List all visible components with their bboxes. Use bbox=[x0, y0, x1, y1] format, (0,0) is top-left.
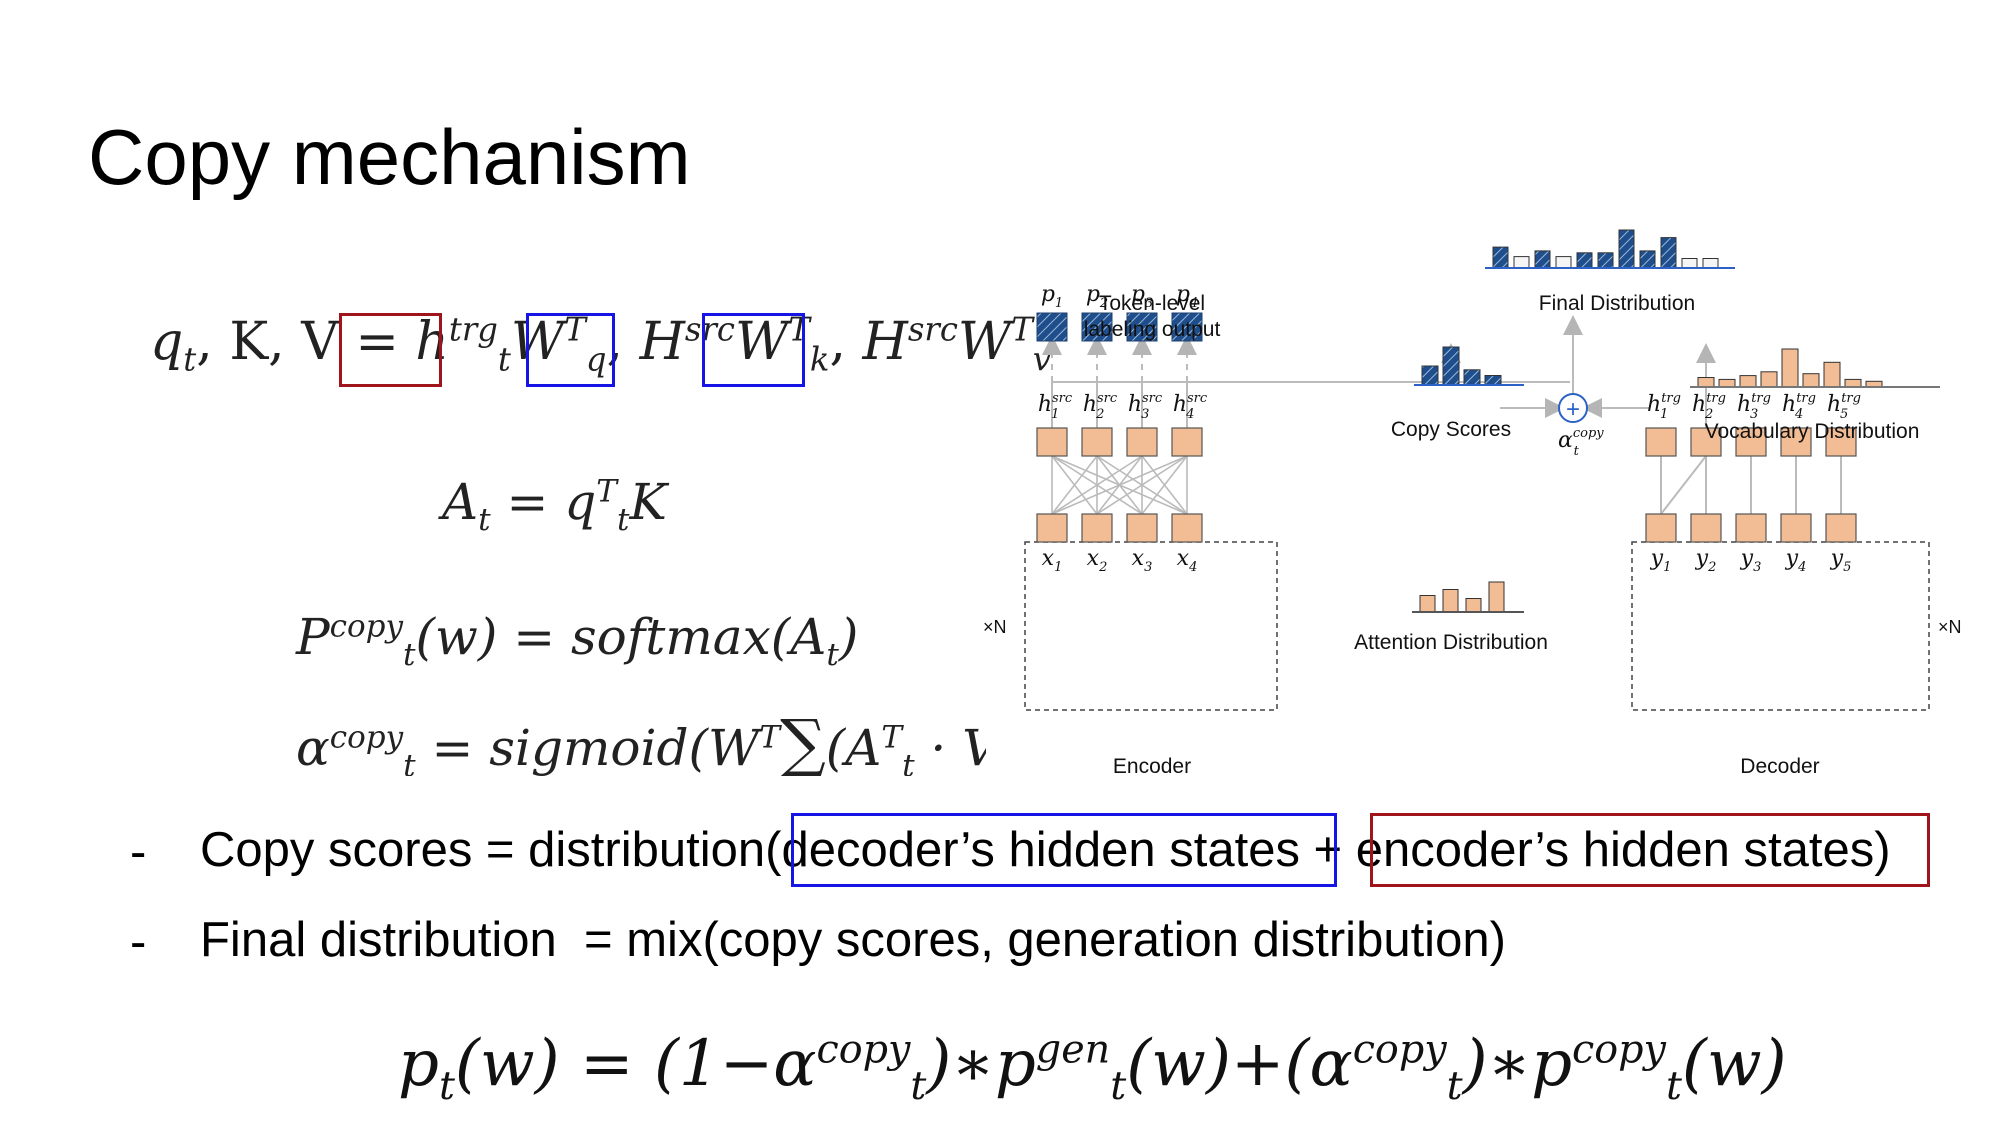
final-distribution-label: Final Distribution bbox=[1539, 292, 1695, 315]
encoder-hidden-node bbox=[1171, 427, 1203, 457]
final-distribution-bar bbox=[1534, 250, 1551, 269]
decoder-input-node bbox=[1735, 513, 1767, 543]
vocabulary-distribution-bar bbox=[1802, 373, 1820, 388]
decoder-layers-label: ×N bbox=[1938, 617, 1962, 637]
encoder-input-node bbox=[1036, 513, 1068, 543]
copy-scores-label: Copy Scores bbox=[1391, 418, 1511, 441]
final-distribution-equation: pt(w) = (1−αcopyt)∗pgent(w)+(αcopyt)∗pco… bbox=[398, 1026, 1787, 1109]
encoder-hidden-node bbox=[1081, 427, 1113, 457]
decoder-block bbox=[1631, 541, 1930, 711]
encoder-input-label: x1 bbox=[1042, 546, 1063, 575]
decoder-input-label: y5 bbox=[1830, 546, 1852, 575]
vocabulary-distribution-bar bbox=[1697, 377, 1715, 388]
decoder-hidden-label: htrg 3 bbox=[1737, 391, 1771, 422]
encoder-hidden-node bbox=[1126, 427, 1158, 457]
copy-probability-equation: Pcopyt(w) = softmax(At) bbox=[296, 608, 859, 673]
final-distribution-bar bbox=[1576, 252, 1593, 269]
encoder-states-highlight-box bbox=[1370, 813, 1930, 887]
attention-distribution-bar bbox=[1442, 589, 1459, 613]
copy-scores-bar bbox=[1421, 365, 1439, 386]
encoder-hidden-label: hsrc 3 bbox=[1128, 391, 1163, 422]
vocabulary-distribution-bar bbox=[1760, 371, 1778, 388]
final-distribution-bar bbox=[1618, 229, 1635, 269]
decoder-input-label: y1 bbox=[1650, 546, 1672, 575]
src-key-highlight-box bbox=[526, 313, 615, 387]
encoder-input-label: x4 bbox=[1177, 546, 1198, 575]
final-distribution-bar bbox=[1555, 256, 1572, 269]
vocabulary-distribution-bar bbox=[1781, 348, 1799, 388]
encoder-hidden-label: hsrc 2 bbox=[1083, 391, 1118, 422]
encoder-input-label: x2 bbox=[1087, 546, 1108, 575]
decoder-input-node bbox=[1690, 513, 1722, 543]
attention-distribution-bar bbox=[1419, 595, 1436, 613]
encoder-hidden-node bbox=[1036, 427, 1068, 457]
decoder-causal-line bbox=[1660, 455, 1707, 515]
decoder-states-highlight-box bbox=[791, 813, 1337, 887]
plus-icon: + bbox=[1566, 396, 1580, 423]
final-distribution-bar bbox=[1492, 246, 1509, 269]
final-distribution-bar bbox=[1639, 250, 1656, 269]
decoder-input-label: y2 bbox=[1695, 546, 1717, 575]
decoder-hidden-highlight-box bbox=[339, 313, 442, 387]
vocabulary-distribution-bar bbox=[1823, 361, 1841, 388]
bullet-final-distribution: Final distribution = mix(copy scores, ge… bbox=[200, 913, 1506, 967]
src-value-highlight-box bbox=[702, 313, 805, 387]
encoder-layers-label: ×N bbox=[983, 617, 1007, 637]
encoder-input-label: x3 bbox=[1132, 546, 1153, 575]
encoder-input-node bbox=[1171, 513, 1203, 543]
output-label-node bbox=[1036, 312, 1068, 342]
decoder-hidden-label: htrg 4 bbox=[1782, 391, 1816, 422]
alpha-copy-equation: αcopyt = sigmoid(WT∑(ATt · V)) bbox=[296, 712, 986, 776]
attention-distribution-bar bbox=[1465, 598, 1482, 613]
final-distribution-bar bbox=[1681, 258, 1698, 269]
attention-distribution-bar bbox=[1488, 581, 1505, 613]
labeling-output-label: labeling output bbox=[1084, 318, 1221, 341]
encoder-hidden-label: hsrc 1 bbox=[1038, 391, 1073, 422]
copy-scores-bar bbox=[1463, 369, 1481, 386]
slide-title: Copy mechanism bbox=[88, 113, 691, 201]
diagram-svg: p1x1hsrc 1p2x2hsrc 2p3x3hsrc 3p4x4hsrc 4y1ht… bbox=[983, 229, 1962, 778]
encoder-input-node bbox=[1081, 513, 1113, 543]
decoder-input-node bbox=[1825, 513, 1857, 543]
bullet-dash-2: - bbox=[130, 915, 147, 969]
vocabulary-distribution-bar bbox=[1844, 378, 1862, 388]
decoder-input-label: y4 bbox=[1785, 546, 1807, 575]
copy-mechanism-diagram: p1 x1 hsrc 1 p2 x2 hsrc 2 p3 x3 hsrc 3 p4 x4 hsrc 4 y1 ht… bbox=[980, 225, 1990, 805]
copy-scores-bar bbox=[1442, 346, 1460, 386]
decoder-input-node bbox=[1780, 513, 1812, 543]
output-label: p1 bbox=[1041, 282, 1063, 311]
decoder-hidden-node bbox=[1645, 427, 1677, 457]
encoder-input-node bbox=[1126, 513, 1158, 543]
vocabulary-distribution-label: Vocabulary Distribution bbox=[1705, 420, 1920, 443]
decoder-hidden-label: htrg 1 bbox=[1647, 391, 1681, 422]
final-distribution-bar bbox=[1513, 256, 1530, 269]
encoder-label: Encoder bbox=[1113, 755, 1191, 778]
decoder-input-label: y3 bbox=[1740, 546, 1762, 575]
decoder-hidden-label: htrg 2 bbox=[1692, 391, 1726, 422]
final-distribution-bar bbox=[1702, 258, 1719, 269]
decoder-hidden-label: htrg 5 bbox=[1827, 391, 1861, 422]
decoder-label: Decoder bbox=[1740, 755, 1819, 778]
final-distribution-bar bbox=[1597, 252, 1614, 269]
copy-scores-bar bbox=[1484, 375, 1502, 386]
attention-distribution-label: Attention Distribution bbox=[1354, 631, 1548, 654]
decoder-input-node bbox=[1645, 513, 1677, 543]
vocabulary-distribution-bar bbox=[1739, 375, 1757, 388]
token-level-label: Token-level bbox=[1099, 292, 1205, 315]
final-distribution-bar bbox=[1660, 237, 1677, 269]
alpha-copy-label: αcopy t bbox=[1558, 426, 1604, 459]
bullet-dash-1: - bbox=[130, 825, 147, 879]
encoder-hidden-label: hsrc 4 bbox=[1173, 391, 1208, 422]
attention-equation: At = qTtK bbox=[442, 473, 667, 538]
vocabulary-distribution-bar bbox=[1718, 378, 1736, 388]
